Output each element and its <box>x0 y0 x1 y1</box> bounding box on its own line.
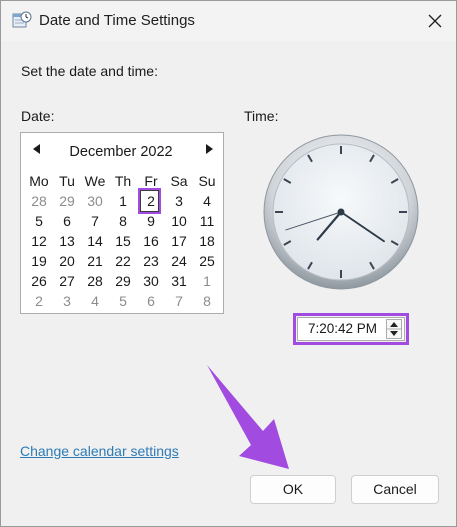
calendar-day[interactable]: 1 <box>109 191 137 211</box>
calendar-day[interactable]: 4 <box>193 191 221 211</box>
calendar-day[interactable]: 31 <box>165 271 193 291</box>
calendar-day[interactable]: 15 <box>109 231 137 251</box>
calendar-day[interactable]: 16 <box>137 231 165 251</box>
calendar-day[interactable]: 23 <box>137 251 165 271</box>
time-spinner[interactable] <box>386 319 402 339</box>
dialog-window: Date and Time Settings Set the date and … <box>0 0 457 527</box>
triangle-left-icon[interactable] <box>29 141 45 157</box>
cancel-button[interactable]: Cancel <box>351 475 439 504</box>
calendar-day[interactable]: 8 <box>109 211 137 231</box>
calendar-day[interactable]: 29 <box>109 271 137 291</box>
calendar-week-row: 2345678 <box>25 291 221 311</box>
time-label: Time: <box>244 108 279 124</box>
calendar-day[interactable]: 12 <box>25 231 53 251</box>
calendar-day[interactable]: 2 <box>25 291 53 311</box>
calendar-grid: Mo Tu We Th Fr Sa Su 28 29 30 1 2 3 4 5 6 7 8 9 10 11 12 13 14 1… <box>25 171 221 311</box>
calendar-day[interactable]: 5 <box>25 211 53 231</box>
calendar-day[interactable]: 25 <box>193 251 221 271</box>
calendar-week-row: 19 20 21 22 23 24 25 <box>25 251 221 271</box>
weekday-label: Fr <box>144 173 158 189</box>
calendar-day[interactable]: 26 <box>25 271 53 291</box>
calendar-day[interactable]: 6 <box>53 211 81 231</box>
close-icon <box>428 14 442 28</box>
calendar-day[interactable]: 5 <box>109 291 137 311</box>
calendar-day[interactable]: 28 <box>81 271 109 291</box>
weekday-label: Sa <box>170 173 188 189</box>
calendar-day[interactable]: 7 <box>81 211 109 231</box>
calendar-day[interactable]: 8 <box>193 291 221 311</box>
calendar-week-row: 12 13 14 15 16 17 18 <box>25 231 221 251</box>
calendar-day[interactable]: 1 <box>193 271 221 291</box>
calendar-day[interactable]: 21 <box>81 251 109 271</box>
calendar-day[interactable]: 13 <box>53 231 81 251</box>
weekday-label: Th <box>114 173 132 189</box>
calendar-day[interactable]: 2 <box>137 190 165 212</box>
calendar-day[interactable]: 17 <box>165 231 193 251</box>
calendar-day[interactable]: 27 <box>53 271 81 291</box>
calendar-clock-icon <box>12 11 32 28</box>
instruction-text: Set the date and time: <box>21 63 158 79</box>
calendar-weekday-header: Mo Tu We Th Fr Sa Su <box>25 171 221 191</box>
change-calendar-settings-link[interactable]: Change calendar settings <box>20 443 179 459</box>
calendar-day[interactable]: 14 <box>81 231 109 251</box>
calendar-day[interactable]: 10 <box>165 211 193 231</box>
ok-button[interactable]: OK <box>250 475 336 504</box>
calendar-day[interactable]: 20 <box>53 251 81 271</box>
close-button[interactable] <box>419 7 451 35</box>
calendar-day[interactable]: 22 <box>109 251 137 271</box>
weekday-label: Tu <box>59 173 75 189</box>
weekday-label: Mo <box>29 173 49 189</box>
calendar-day[interactable]: 30 <box>81 191 109 211</box>
calendar-day[interactable]: 18 <box>193 231 221 251</box>
calendar-day[interactable]: 24 <box>165 251 193 271</box>
calendar-week-row: 5 6 7 8 9 10 11 <box>25 211 221 231</box>
title-bar: Date and Time Settings <box>1 1 456 41</box>
calendar-day[interactable]: 11 <box>193 211 221 231</box>
calendar-month-label[interactable]: December 2022 <box>61 144 181 160</box>
calendar-day[interactable]: 28 <box>25 191 53 211</box>
calendar-day[interactable]: 9 <box>137 211 165 231</box>
window-title: Date and Time Settings <box>39 12 195 29</box>
calendar-day[interactable]: 3 <box>165 191 193 211</box>
weekday-label: Su <box>198 173 216 189</box>
calendar-day[interactable]: 4 <box>81 291 109 311</box>
calendar-week-row: 28 29 30 1 2 3 4 <box>25 190 221 212</box>
annotation-arrow-icon <box>207 365 289 469</box>
selected-day-highlight <box>140 190 159 212</box>
calendar: December 2022 Mo Tu We Th Fr Sa Su 28 29 30 1 2 3 4 5 6… <box>20 132 224 314</box>
analog-clock <box>263 134 419 290</box>
calendar-day[interactable]: 6 <box>137 291 165 311</box>
calendar-day[interactable]: 3 <box>53 291 81 311</box>
calendar-day[interactable]: 30 <box>137 271 165 291</box>
calendar-day[interactable]: 29 <box>53 191 81 211</box>
calendar-day[interactable]: 19 <box>25 251 53 271</box>
weekday-label: We <box>84 173 106 189</box>
calendar-week-row: 26 27 28 29 30 31 1 <box>25 271 221 291</box>
time-value[interactable]: 7:20:42 PM <box>308 321 377 336</box>
date-label: Date: <box>21 108 55 124</box>
calendar-day[interactable]: 7 <box>165 291 193 311</box>
time-input[interactable]: 7:20:42 PM <box>293 313 409 345</box>
triangle-right-icon[interactable] <box>201 141 217 157</box>
